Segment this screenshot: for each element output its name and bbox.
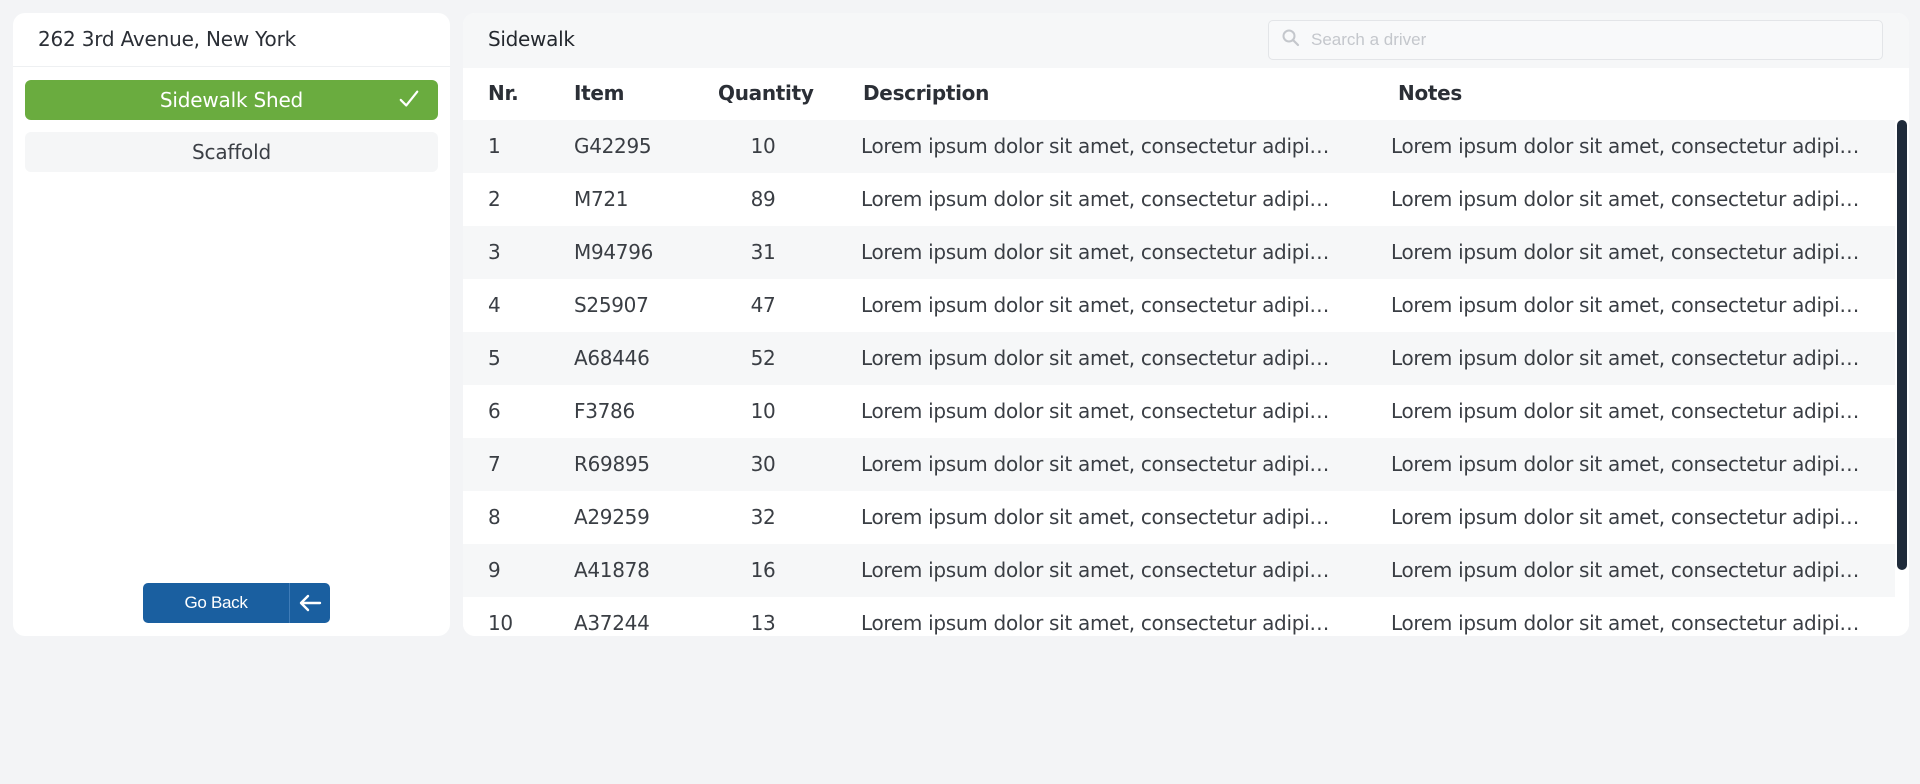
- cell-description: Lorem ipsum dolor sit amet, consectetur …: [861, 346, 1331, 370]
- cell-notes: Lorem ipsum dolor sit amet, consectetur …: [1391, 134, 1861, 158]
- column-header-nr[interactable]: Nr.: [488, 81, 519, 105]
- cell-quantity: 89: [750, 187, 776, 211]
- cell-item: A29259: [574, 505, 650, 529]
- table-row[interactable]: 5 A68446 52 Lorem ipsum dolor sit amet, con…: [463, 332, 1895, 385]
- cell-notes: Lorem ipsum dolor sit amet, consectetur …: [1391, 240, 1861, 264]
- cell-description: Lorem ipsum dolor sit amet, consectetur …: [861, 187, 1331, 211]
- cell-quantity: 30: [750, 452, 776, 476]
- cell-notes: Lorem ipsum dolor sit amet, consectetur …: [1391, 452, 1861, 476]
- cell-item: S25907: [574, 293, 649, 317]
- table-row[interactable]: 8 A29259 32 Lorem ipsum dolor sit amet, con…: [463, 491, 1895, 544]
- cell-description: Lorem ipsum dolor sit amet, consectetur …: [861, 558, 1331, 582]
- cell-quantity: 32: [750, 505, 776, 529]
- cell-quantity: 10: [750, 134, 776, 158]
- arrow-left-icon: [290, 583, 330, 623]
- cell-nr: 4: [488, 293, 501, 317]
- cell-notes: Lorem ipsum dolor sit amet, consectetur …: [1391, 346, 1861, 370]
- table-row[interactable]: 1 G42295 10 Lorem ipsum dolor sit amet, con…: [463, 120, 1895, 173]
- column-header-notes[interactable]: Notes: [1398, 81, 1462, 105]
- table-row[interactable]: 9 A41878 16 Lorem ipsum dolor sit amet, con…: [463, 544, 1895, 597]
- items-panel: Sidewalk Nr. Item Quantity Description N…: [463, 13, 1909, 636]
- sidebar-divider: [13, 66, 450, 67]
- cell-description: Lorem ipsum dolor sit amet, consectetur …: [861, 293, 1331, 317]
- cell-notes: Lorem ipsum dolor sit amet, consectetur …: [1391, 187, 1861, 211]
- table-row[interactable]: 7 R69895 30 Lorem ipsum dolor sit amet, con…: [463, 438, 1895, 491]
- cell-nr: 5: [488, 346, 501, 370]
- cell-notes: Lorem ipsum dolor sit amet, consectetur …: [1391, 399, 1861, 423]
- go-back-label: Go Back: [184, 593, 248, 612]
- cell-nr: 6: [488, 399, 501, 423]
- column-header-item[interactable]: Item: [574, 81, 625, 105]
- cell-item: A41878: [574, 558, 650, 582]
- cell-quantity: 31: [750, 240, 776, 264]
- cell-notes: Lorem ipsum dolor sit amet, consectetur …: [1391, 293, 1861, 317]
- cell-description: Lorem ipsum dolor sit amet, consectetur …: [861, 134, 1331, 158]
- search-icon: [1282, 29, 1300, 47]
- search-box[interactable]: [1268, 20, 1883, 60]
- cell-nr: 9: [488, 558, 501, 582]
- cell-nr: 7: [488, 452, 501, 476]
- category-scaffold[interactable]: Scaffold: [25, 132, 438, 172]
- column-header-quantity[interactable]: Quantity: [718, 81, 814, 105]
- cell-item: M94796: [574, 240, 654, 264]
- cell-item: A37244: [574, 611, 650, 635]
- column-header-description[interactable]: Description: [863, 81, 989, 105]
- address-title: 262 3rd Avenue, New York: [38, 27, 296, 51]
- panel-header: Sidewalk: [463, 13, 1909, 68]
- cell-notes: Lorem ipsum dolor sit amet, consectetur …: [1391, 611, 1861, 635]
- cell-nr: 2: [488, 187, 501, 211]
- page-title: Sidewalk: [488, 27, 575, 51]
- go-back-button[interactable]: Go Back: [143, 583, 330, 623]
- cell-description: Lorem ipsum dolor sit amet, consectetur …: [861, 452, 1331, 476]
- cell-description: Lorem ipsum dolor sit amet, consectetur …: [861, 240, 1331, 264]
- cell-item: R69895: [574, 452, 650, 476]
- cell-description: Lorem ipsum dolor sit amet, consectetur …: [861, 505, 1331, 529]
- cell-quantity: 47: [750, 293, 776, 317]
- cell-nr: 3: [488, 240, 501, 264]
- table-body: 1 G42295 10 Lorem ipsum dolor sit amet, con…: [463, 120, 1895, 636]
- scrollbar-thumb[interactable]: [1897, 120, 1907, 570]
- cell-quantity: 13: [750, 611, 776, 635]
- category-label: Scaffold: [192, 140, 271, 164]
- check-icon: [399, 90, 419, 107]
- cell-description: Lorem ipsum dolor sit amet, consectetur …: [861, 399, 1331, 423]
- table-row[interactable]: 6 F3786 10 Lorem ipsum dolor sit amet, cons…: [463, 385, 1895, 438]
- cell-item: M721: [574, 187, 629, 211]
- cell-nr: 8: [488, 505, 501, 529]
- table-header: Nr. Item Quantity Description Notes: [463, 68, 1909, 120]
- cell-quantity: 10: [750, 399, 776, 423]
- cell-notes: Lorem ipsum dolor sit amet, consectetur …: [1391, 505, 1861, 529]
- category-label: Sidewalk Shed: [159, 88, 304, 112]
- table-row[interactable]: 10 A37244 13 Lorem ipsum dolor sit amet, co…: [463, 597, 1895, 636]
- cell-item: A68446: [574, 346, 650, 370]
- cell-item: G42295: [574, 134, 652, 158]
- cell-nr: 1: [488, 134, 501, 158]
- sidebar-panel: 262 3rd Avenue, New York Sidewalk Shed S…: [13, 13, 450, 636]
- cell-quantity: 52: [750, 346, 776, 370]
- cell-description: Lorem ipsum dolor sit amet, consectetur …: [861, 611, 1331, 635]
- table-row[interactable]: 3 M94796 31 Lorem ipsum dolor sit amet, con…: [463, 226, 1895, 279]
- table-row[interactable]: 2 M721 89 Lorem ipsum dolor sit amet, conse…: [463, 173, 1895, 226]
- cell-quantity: 16: [750, 558, 776, 582]
- search-input[interactable]: [1311, 21, 1871, 59]
- table-row[interactable]: 4 S25907 47 Lorem ipsum dolor sit amet, con…: [463, 279, 1895, 332]
- cell-notes: Lorem ipsum dolor sit amet, consectetur …: [1391, 558, 1861, 582]
- cell-item: F3786: [574, 399, 635, 423]
- category-sidewalk-shed[interactable]: Sidewalk Shed: [25, 80, 438, 120]
- cell-nr: 10: [488, 611, 513, 635]
